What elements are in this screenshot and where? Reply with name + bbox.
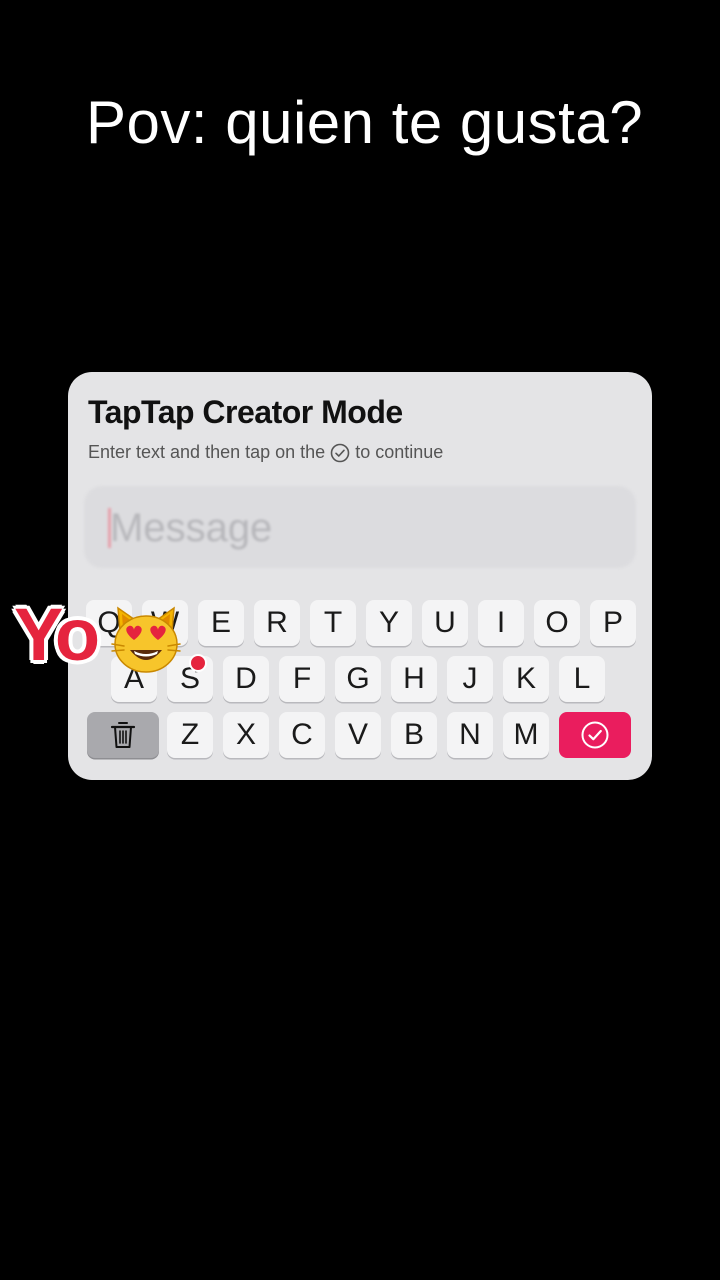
key-r[interactable]: R: [254, 600, 300, 646]
key-m[interactable]: M: [503, 712, 549, 758]
key-k[interactable]: K: [503, 656, 549, 702]
delete-key[interactable]: [87, 712, 159, 758]
key-l[interactable]: L: [559, 656, 605, 702]
screen: Pov: quien te gusta? TapTap Creator Mode…: [0, 0, 720, 1280]
key-h[interactable]: H: [391, 656, 437, 702]
key-t[interactable]: T: [310, 600, 356, 646]
trash-icon: [110, 722, 136, 748]
key-y[interactable]: Y: [366, 600, 412, 646]
key-o[interactable]: O: [534, 600, 580, 646]
key-f[interactable]: F: [279, 656, 325, 702]
check-circle-icon: [581, 721, 609, 749]
key-x[interactable]: X: [223, 712, 269, 758]
submit-button[interactable]: [559, 712, 631, 758]
heart-eyes-cat-icon: [111, 606, 181, 673]
key-e[interactable]: E: [198, 600, 244, 646]
message-input[interactable]: Message: [84, 486, 636, 568]
key-u[interactable]: U: [422, 600, 468, 646]
taptap-creator-card: TapTap Creator Mode Enter text and then …: [68, 372, 652, 780]
key-b[interactable]: B: [391, 712, 437, 758]
key-g[interactable]: G: [335, 656, 381, 702]
key-n[interactable]: N: [447, 712, 493, 758]
message-placeholder: Message: [110, 506, 273, 550]
key-v[interactable]: V: [335, 712, 381, 758]
check-circle-icon: [330, 443, 350, 463]
key-i[interactable]: I: [478, 600, 524, 646]
key-z[interactable]: Z: [167, 712, 213, 758]
card-title: TapTap Creator Mode: [88, 394, 403, 430]
key-d[interactable]: D: [223, 656, 269, 702]
overlay-yo-text: Yo: [14, 593, 100, 676]
subtitle-text-after: to continue: [355, 442, 444, 462]
key-j[interactable]: J: [447, 656, 493, 702]
key-c[interactable]: C: [279, 712, 325, 758]
overlay-dot: [189, 654, 207, 672]
card-subtitle: Enter text and then tap on the to contin…: [88, 442, 443, 463]
subtitle-text-before: Enter text and then tap on the: [88, 442, 326, 462]
key-p[interactable]: P: [590, 600, 636, 646]
video-caption: Pov: quien te gusta?: [86, 89, 644, 156]
